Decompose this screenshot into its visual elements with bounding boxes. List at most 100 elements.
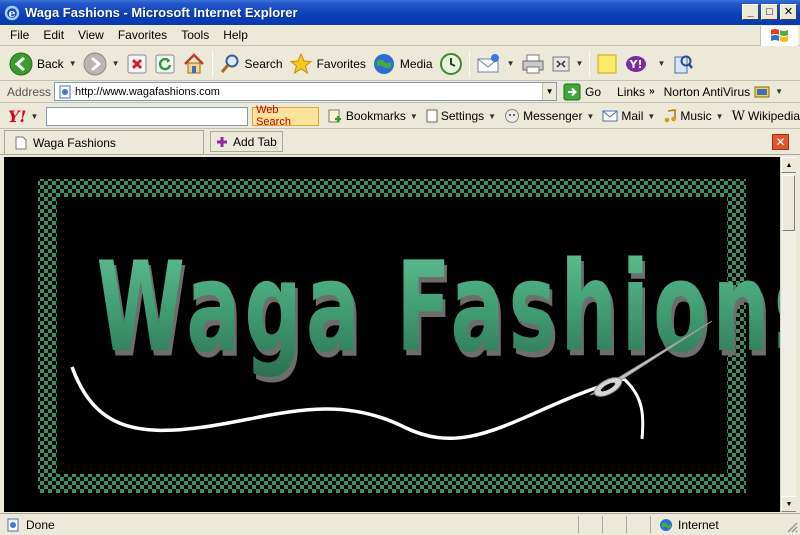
menu-bar: File Edit View Favorites Tools Help [0, 25, 800, 46]
scroll-down-arrow-icon[interactable]: ▼ [781, 496, 797, 512]
stop-button[interactable] [123, 50, 151, 78]
status-panel [602, 516, 626, 533]
plus-icon [217, 136, 227, 147]
menu-view[interactable]: View [71, 28, 111, 42]
chevron-down-icon[interactable]: ▼ [112, 59, 120, 68]
settings-icon [426, 109, 438, 123]
mail-icon [602, 110, 618, 122]
music-button[interactable]: Music ▼ [663, 109, 724, 123]
yahoo-toolbar: Y! ▼ Web Search Bookmarks ▼ Settings ▼ M… [0, 104, 800, 129]
toolbar-separator [589, 50, 591, 77]
chevron-right-icon[interactable]: » [649, 86, 655, 97]
menu-file[interactable]: File [3, 28, 36, 42]
menu-edit[interactable]: Edit [36, 28, 71, 42]
messenger-button[interactable]: Messenger ▼ [504, 108, 594, 124]
yahoo-messenger-button[interactable]: Y! ▼ [621, 50, 668, 78]
favorites-button[interactable]: Favorites [286, 50, 369, 78]
title-bar[interactable]: e Waga Fashions - Microsoft Internet Exp… [0, 0, 800, 25]
chevron-down-icon[interactable]: ▼ [507, 59, 515, 68]
bookmarks-button[interactable]: Bookmarks ▼ [327, 108, 418, 124]
messenger-icon [505, 109, 520, 123]
yahoo-smiley-icon: Y! [626, 55, 647, 72]
chevron-down-icon: ▼ [409, 111, 418, 121]
address-url[interactable]: http://www.wagafashions.com [75, 86, 220, 98]
links-toolbar[interactable]: Links » [617, 85, 655, 99]
mail-button[interactable]: Mail ▼ [602, 109, 655, 123]
chevron-down-icon: ▼ [586, 111, 595, 121]
toolbar-separator [468, 50, 470, 77]
forward-button[interactable]: ▼ [80, 50, 123, 78]
banner-title-text: Waga Fashions [96, 235, 780, 380]
close-tab-button[interactable]: ✕ [772, 134, 789, 150]
bookmark-plus-icon [328, 109, 341, 123]
security-zone[interactable]: Internet [650, 516, 790, 533]
page-content[interactable]: Waga Fashions Waga Fashions [4, 157, 780, 512]
tab-waga-fashions[interactable]: Waga Fashions [4, 130, 204, 154]
go-button[interactable]: Go [563, 83, 601, 101]
wikipedia-button[interactable]: W Wikipedia [732, 109, 800, 124]
yahoo-logo[interactable]: Y! [8, 107, 26, 126]
status-panel [578, 516, 602, 533]
resize-grip-icon[interactable] [786, 521, 798, 533]
scroll-up-arrow-icon[interactable]: ▲ [781, 157, 797, 173]
search-icon [220, 54, 239, 73]
mail-menu-button[interactable]: ▼ [473, 50, 518, 78]
star-icon [289, 52, 312, 74]
banner-title: Waga Fashions Waga Fashions [96, 235, 780, 385]
chevron-down-icon[interactable]: ▼ [775, 87, 783, 96]
chevron-down-icon: ▼ [647, 111, 656, 121]
history-button[interactable] [436, 50, 466, 78]
page-icon [15, 136, 27, 149]
back-button[interactable]: Back ▼ [6, 50, 80, 78]
internet-explorer-icon: e [4, 5, 20, 20]
vertical-scrollbar[interactable]: ▲ ▼ [780, 157, 797, 512]
norton-antivirus-button[interactable]: Norton AntiVirus ▼ [664, 84, 783, 100]
close-window-button[interactable]: ✕ [780, 4, 797, 20]
music-note-icon [665, 109, 677, 123]
research-button[interactable] [668, 50, 698, 78]
address-input[interactable]: http://www.wagafashions.com ▼ [54, 82, 558, 101]
fullscreen-button[interactable]: ▼ [548, 50, 587, 78]
globe-icon [660, 518, 672, 531]
home-button[interactable] [179, 50, 209, 78]
settings-button[interactable]: Settings ▼ [426, 109, 496, 123]
status-bar: Done Internet [0, 513, 800, 535]
print-button[interactable] [518, 50, 548, 78]
menu-favorites[interactable]: Favorites [111, 28, 174, 42]
svg-text:e: e [9, 7, 16, 20]
waga-fashions-banner: Waga Fashions Waga Fashions [38, 179, 780, 493]
web-search-button[interactable]: Web Search [252, 104, 319, 128]
menu-tools[interactable]: Tools [174, 28, 216, 42]
chevron-down-icon[interactable]: ▼ [657, 59, 665, 68]
maximize-button[interactable]: □ [761, 4, 778, 20]
add-tab-button[interactable]: Add Tab [210, 131, 283, 152]
window-title: Waga Fashions - Microsoft Internet Explo… [25, 5, 298, 20]
refresh-button[interactable] [151, 50, 179, 78]
go-arrow-icon [563, 83, 581, 100]
sticky-note-button[interactable] [593, 50, 621, 78]
fullscreen-icon [552, 56, 570, 71]
chevron-down-icon: ▼ [715, 111, 724, 121]
tab-bar: Waga Fashions Add Tab [0, 130, 800, 155]
chevron-down-icon[interactable]: ▼ [576, 59, 584, 68]
page-icon [59, 85, 71, 98]
chevron-down-icon[interactable]: ▼ [30, 112, 38, 121]
status-panel [626, 516, 650, 533]
media-button[interactable]: Media [369, 50, 436, 78]
scroll-thumb[interactable] [782, 175, 795, 231]
menu-help[interactable]: Help [216, 28, 255, 42]
chevron-down-icon[interactable]: ▼ [69, 59, 77, 68]
yahoo-search-input[interactable] [46, 106, 249, 126]
minimize-button[interactable]: _ [742, 4, 759, 20]
globe-media-icon [373, 53, 394, 74]
search-button[interactable]: Search [216, 50, 286, 78]
home-icon [183, 52, 204, 73]
windows-logo-icon [760, 26, 798, 46]
address-dropdown-icon[interactable]: ▼ [542, 83, 557, 100]
status-text: Done [26, 517, 55, 532]
forward-arrow-icon [83, 52, 107, 75]
refresh-icon [155, 54, 175, 73]
window-frame [796, 157, 800, 512]
address-label: Address [7, 84, 52, 99]
standard-toolbar: Back ▼ ▼ Search Favorites Media ▼ ▼ Y! ▼ [0, 47, 800, 81]
